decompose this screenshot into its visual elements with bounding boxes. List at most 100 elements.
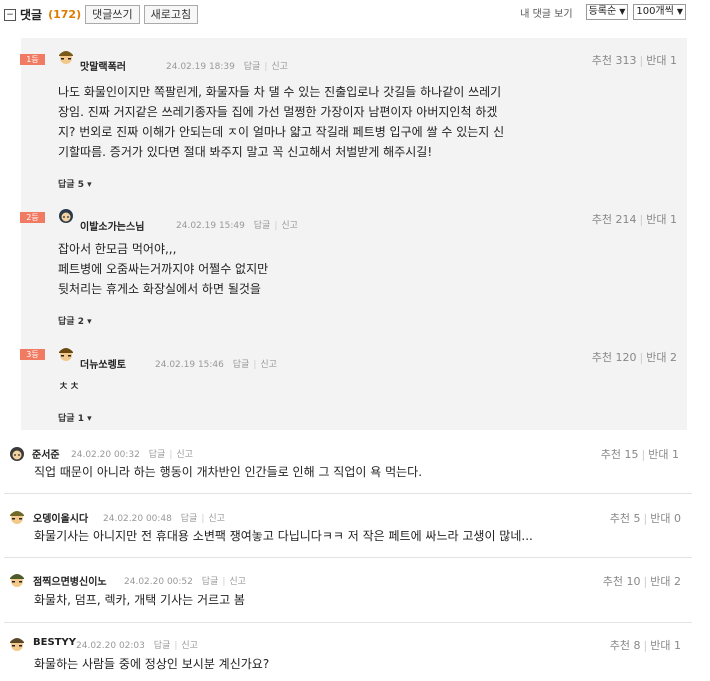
comment-body: 잡아서 한모금 먹어야,,, 페트병에 오줌싸는거까지야 어쩔수 없지만 뒷처리…: [58, 239, 268, 299]
comment-meta: 24.02.19 15:49 답글 | 신고: [176, 221, 298, 231]
vote-area: 추천 8 | 반대 1: [609, 639, 681, 652]
collapse-toggle-icon[interactable]: −: [4, 8, 16, 21]
reply-link[interactable]: 답글: [244, 62, 261, 72]
comment-body: 화물차, 덤프, 렉카, 개택 기사는 거르고 봄: [34, 593, 245, 607]
divider: [4, 493, 692, 494]
comment-meta: 24.02.20 00:32 답글 | 신고: [71, 450, 193, 460]
comment-date: 24.02.19 18:39: [166, 62, 235, 72]
downvote-button[interactable]: 반대 1: [646, 54, 677, 67]
nickname[interactable]: 준서준: [32, 446, 60, 461]
reply-link[interactable]: 답글: [149, 450, 166, 460]
comment-line: 기할따름. 증거가 있다면 절대 봐주지 말고 꼭 신고해서 처벌받게 해주시길…: [58, 145, 433, 159]
downvote-button[interactable]: 반대 1: [646, 213, 677, 226]
chevron-down-icon: ▾: [87, 317, 92, 327]
comment-date: 24.02.19 15:49: [176, 221, 245, 231]
chevron-down-icon: ▼: [676, 7, 683, 16]
comment-body: 직업 때문이 아니라 하는 행동이 개차반인 인간들로 인해 그 직업이 욕 먹…: [34, 465, 423, 479]
comment-body: 화물하는 사람들 중에 정상인 보시분 계신가요?: [34, 657, 270, 671]
comment-body: 나도 화물인이지만 쪽팔린게, 화물자들 차 댈 수 있는 진출입로나 갓길들 …: [58, 82, 504, 162]
replies-count: 답글 2: [58, 317, 84, 327]
divider: [4, 557, 692, 558]
report-link[interactable]: 신고: [271, 62, 288, 72]
avatar[interactable]: [8, 570, 26, 588]
downvote-button[interactable]: 반대 2: [646, 351, 677, 364]
reply-link[interactable]: 답글: [181, 514, 198, 524]
upvote-button[interactable]: 추천 214: [592, 213, 637, 226]
upvote-button[interactable]: 추천 10: [603, 575, 641, 588]
my-comments-link[interactable]: 내 댓글 보기: [520, 5, 572, 20]
reply-link[interactable]: 답글: [254, 221, 271, 231]
chevron-down-icon: ▾: [87, 180, 92, 190]
nickname[interactable]: 이발소가는스님: [80, 218, 144, 233]
comment-meta: 24.02.19 18:39 답글 | 신고: [166, 62, 288, 72]
chevron-down-icon: ▼: [619, 7, 626, 16]
comment-line: 페트병에 오줌싸는거까지야 어쩔수 없지만: [58, 262, 269, 276]
vote-area: 추천 214 | 반대 1: [591, 213, 677, 226]
vote-area: 추천 10 | 반대 2: [602, 575, 681, 588]
vote-area: 추천 313 | 반대 1: [591, 54, 677, 67]
downvote-button[interactable]: 반대 1: [648, 448, 679, 461]
replies-count: 답글 1: [58, 414, 84, 424]
comments-title: 댓글: [20, 8, 43, 22]
report-link[interactable]: 신고: [208, 514, 225, 524]
report-link[interactable]: 신고: [260, 360, 277, 370]
downvote-button[interactable]: 반대 1: [650, 639, 681, 652]
per-page-value: 100개씩: [636, 6, 674, 17]
rank-badge: 3등: [20, 349, 45, 360]
rank-badge: 1등: [20, 54, 45, 65]
comment-body: ㅊㅊ: [58, 376, 80, 396]
comment-meta: 24.02.19 15:46 답글 | 신고: [155, 360, 277, 370]
comment-date: 24.02.20 00:52: [124, 577, 193, 587]
reply-link[interactable]: 답글: [202, 577, 219, 587]
comment-line: 나도 화물인이지만 쪽팔린게, 화물자들 차 댈 수 있는 진출입로나 갓길들 …: [58, 85, 502, 99]
report-link[interactable]: 신고: [281, 221, 298, 231]
reply-link[interactable]: 답글: [154, 641, 171, 651]
comment-body: 화물기사는 아니지만 전 휴대용 소변팩 쟁여놓고 다닙니다ㅋㅋ 저 작은 페트…: [34, 529, 533, 543]
upvote-button[interactable]: 추천 5: [610, 512, 641, 525]
replies-toggle[interactable]: 답글 5 ▾: [58, 177, 92, 190]
write-comment-button[interactable]: 댓글쓰기: [85, 5, 140, 24]
nickname[interactable]: BESTYY: [33, 637, 76, 648]
comment-meta: 24.02.20 00:48 답글 | 신고: [103, 514, 225, 524]
comment-date: 24.02.20 02:03: [76, 641, 145, 651]
comment-line: ㅊㅊ: [58, 379, 81, 393]
replies-count: 답글 5: [58, 180, 84, 190]
refresh-button[interactable]: 새로고침: [143, 5, 199, 24]
reply-link[interactable]: 답글: [233, 360, 250, 370]
upvote-button[interactable]: 추천 313: [592, 54, 637, 67]
comment-toolbar: − 댓글 (172) 댓글쓰기 새로고침 내 댓글 보기 등록순 ▼ 100개씩…: [0, 0, 710, 27]
replies-toggle[interactable]: 답글 1 ▾: [58, 411, 92, 424]
comments-count: (172): [48, 8, 82, 21]
comment-line: 장임. 진짜 거지같은 쓰레기종자들 집에 가선 멀쩡한 가장이자 남편이자 아…: [58, 105, 498, 119]
report-link[interactable]: 신고: [181, 641, 198, 651]
sort-select[interactable]: 등록순 ▼: [585, 4, 629, 20]
report-link[interactable]: 신고: [176, 450, 193, 460]
downvote-button[interactable]: 반대 2: [650, 575, 681, 588]
downvote-button[interactable]: 반대 0: [650, 512, 681, 525]
best-comments-box: 1등 맛말랙폭러 24.02.19 18:39 답글 | 신고 추천 313 | 반대 …: [20, 38, 687, 430]
upvote-button[interactable]: 추천 120: [592, 351, 637, 364]
report-link[interactable]: 신고: [229, 577, 246, 587]
vote-area: 추천 15 | 반대 1: [600, 448, 679, 461]
avatar[interactable]: [8, 444, 26, 462]
avatar[interactable]: [8, 634, 26, 652]
avatar[interactable]: [8, 507, 26, 525]
avatar[interactable]: [57, 344, 75, 362]
avatar[interactable]: [57, 47, 75, 65]
comment-date: 24.02.19 15:46: [155, 360, 224, 370]
upvote-button[interactable]: 추천 8: [610, 639, 641, 652]
avatar[interactable]: [57, 206, 75, 224]
vote-area: 추천 120 | 반대 2: [591, 351, 677, 364]
sort-value: 등록순: [588, 6, 617, 17]
per-page-select[interactable]: 100개씩 ▼: [633, 4, 686, 20]
replies-toggle[interactable]: 답글 2 ▾: [58, 314, 92, 327]
comment-meta: 24.02.20 00:52 답글 | 신고: [124, 577, 246, 587]
upvote-button[interactable]: 추천 15: [601, 448, 639, 461]
nickname[interactable]: 오뎅이올시다: [33, 510, 88, 525]
nickname[interactable]: 더뉴쏘렝토: [80, 356, 126, 371]
comment-meta: 24.02.20 02:03 답글 | 신고: [76, 641, 198, 651]
nickname[interactable]: 점찍으면병신이노: [33, 573, 107, 588]
chevron-down-icon: ▾: [87, 414, 92, 424]
nickname[interactable]: 맛말랙폭러: [80, 58, 126, 73]
divider: [4, 622, 692, 623]
